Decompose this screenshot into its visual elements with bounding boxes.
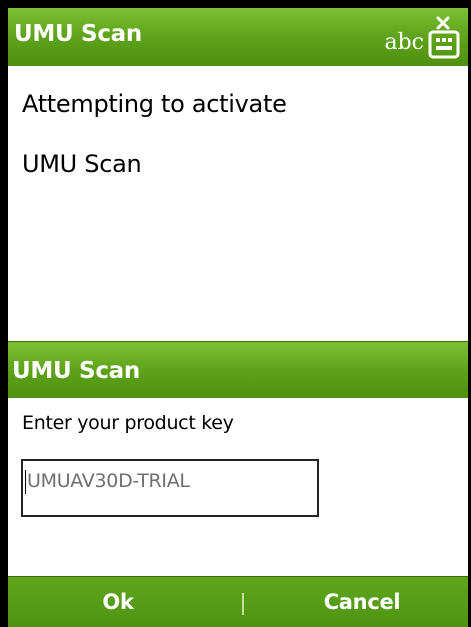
dialog-title-bar: UMU Scan xyxy=(8,341,468,398)
keyboard-icon xyxy=(428,16,460,60)
input-mode-indicator[interactable]: abc xyxy=(384,14,460,60)
softkey-bar: Ok Cancel xyxy=(8,576,468,627)
phone-screen: UMU Scan abc Attempting to activate UMU … xyxy=(0,0,471,627)
product-key-input[interactable]: UMUAV30D-TRIAL xyxy=(21,459,319,517)
app-title: UMU Scan xyxy=(14,21,142,47)
text-caret xyxy=(25,469,26,494)
ok-softkey[interactable]: Ok xyxy=(8,577,228,627)
status-message-line-2: UMU Scan xyxy=(22,150,142,178)
dialog-title: UMU Scan xyxy=(12,358,140,384)
product-key-dialog: Enter your product key UMUAV30D-TRIAL xyxy=(8,398,468,576)
cancel-softkey[interactable]: Cancel xyxy=(256,577,468,627)
screen-edge-left xyxy=(0,8,8,627)
input-mode-label: abc xyxy=(384,30,424,55)
app-title-bar: UMU Scan abc xyxy=(8,8,468,66)
product-key-prompt: Enter your product key xyxy=(22,412,234,434)
softkey-divider xyxy=(242,593,244,615)
product-key-value: UMUAV30D-TRIAL xyxy=(27,470,190,492)
status-strip xyxy=(0,0,471,8)
status-message-line-1: Attempting to activate xyxy=(22,90,287,118)
